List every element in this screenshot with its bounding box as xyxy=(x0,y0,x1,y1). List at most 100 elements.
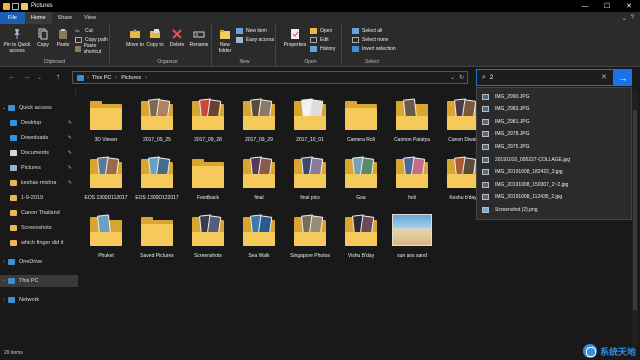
breadcrumb-this-pc[interactable]: This PC xyxy=(92,75,112,81)
folder-icon xyxy=(290,212,330,252)
chevron-right-icon[interactable]: › xyxy=(0,297,8,303)
folder-tile[interactable]: 2017_09_28 xyxy=(184,96,232,143)
folder-tile[interactable]: 2017_09_25 xyxy=(133,96,181,143)
folder-tile[interactable]: 2017_10_01 xyxy=(286,96,334,143)
pin-icon[interactable]: ✎ xyxy=(68,135,72,141)
select-none-button[interactable]: Select none xyxy=(352,36,388,44)
pin-icon[interactable]: ✎ xyxy=(68,180,72,186)
search-suggestion-item[interactable]: Screenshot (2).png xyxy=(477,204,633,215)
folder-tile[interactable]: Camera Roll xyxy=(337,96,385,143)
close-button[interactable]: ✕ xyxy=(618,0,640,12)
new-item-button[interactable]: New item xyxy=(236,27,267,35)
sidebar-item[interactable]: › OneDrive xyxy=(0,256,78,268)
folder-tile[interactable]: Vishu B'day xyxy=(337,212,385,259)
new-folder-button[interactable]: New folder xyxy=(216,28,234,54)
breadcrumb-pictures[interactable]: Pictures xyxy=(121,75,141,81)
sidebar-item[interactable]: Downloads ✎ xyxy=(0,132,78,144)
folder-tile[interactable]: EOS 1300D112017 xyxy=(82,154,130,201)
copy-button[interactable]: Copy xyxy=(34,28,52,48)
tab-view[interactable]: View xyxy=(78,12,102,24)
folder-tile[interactable]: Cannon Patatya xyxy=(388,96,436,143)
folder-tile[interactable]: Singapore Photos xyxy=(286,212,334,259)
help-icon[interactable]: ? xyxy=(631,15,634,21)
sidebar-item[interactable]: which finger did it xyxy=(0,237,78,249)
pin-icon[interactable]: ✎ xyxy=(68,150,72,156)
address-dropdown-icon[interactable]: ⌄ xyxy=(450,74,455,81)
sidebar-item[interactable]: 1-9-2019 xyxy=(0,192,78,204)
vertical-scrollbar[interactable] xyxy=(632,90,638,346)
image-file-tile[interactable]: sun ans sand xyxy=(388,212,436,259)
folder-icon[interactable] xyxy=(3,2,10,10)
sidebar-item[interactable]: › This PC xyxy=(0,275,78,287)
delete-button[interactable]: Delete xyxy=(168,28,186,48)
folder-tile[interactable]: Saved Pictures xyxy=(133,212,181,259)
paste-shortcut-button[interactable]: Paste shortcut xyxy=(75,43,109,55)
search-go-button[interactable]: → xyxy=(614,69,632,86)
sidebar-item[interactable]: Canon Thailand xyxy=(0,207,78,219)
new-folder-icon[interactable] xyxy=(21,2,28,10)
easy-access-button[interactable]: Easy access xyxy=(236,36,274,44)
search-suggestion-item[interactable]: IMG_2981.JPG xyxy=(477,116,633,127)
sidebar-item[interactable]: keshav mishra ✎ xyxy=(0,177,78,189)
folder-tile[interactable]: 2017_09_29 xyxy=(235,96,283,143)
chevron-right-icon[interactable]: › xyxy=(0,259,8,265)
scrollbar-thumb[interactable] xyxy=(633,110,637,310)
clear-search-icon[interactable]: ✕ xyxy=(601,73,607,81)
move-to-button[interactable]: Move to xyxy=(126,28,144,48)
cut-button[interactable]: ✂ Cut xyxy=(75,27,93,35)
sidebar-item[interactable]: › Network xyxy=(0,294,78,306)
folder-tile[interactable]: final xyxy=(235,154,283,201)
recent-chevron-icon[interactable]: ⌄ xyxy=(37,74,42,81)
watermark-text: 系统天地 xyxy=(599,346,636,357)
history-button[interactable]: History xyxy=(310,45,336,53)
search-suggestion-item[interactable]: 20191010_095227-COLLAGE.jpg xyxy=(477,154,633,165)
search-suggestion-item[interactable]: IMG_2975.JPG xyxy=(477,141,633,152)
pin-quick-access-button[interactable]: Pin to Quick access xyxy=(3,28,31,54)
edit-button[interactable]: Edit xyxy=(310,36,329,44)
sidebar-item[interactable]: Desktop ✎ xyxy=(0,117,78,129)
forward-arrow-icon[interactable]: → xyxy=(23,72,31,81)
search-suggestion-item[interactable]: IMG_20191008_112435_2.jpg xyxy=(477,192,633,203)
sidebar-item[interactable]: ⌄ Quick access xyxy=(0,102,78,114)
pin-icon[interactable]: ✎ xyxy=(68,120,72,126)
pin-icon[interactable]: ✎ xyxy=(68,165,72,171)
refresh-icon[interactable]: ↻ xyxy=(459,74,464,81)
search-input[interactable]: ⌕ 2 ✕ xyxy=(476,69,614,86)
search-suggestion-item[interactable]: IMG_2983.JPG xyxy=(477,104,633,115)
tab-file[interactable]: File xyxy=(0,12,25,24)
sidebar-item[interactable]: Pictures ✎ xyxy=(0,162,78,174)
checkbox-icon[interactable] xyxy=(12,2,19,10)
search-suggestion-item[interactable]: IMG_2978.JPG xyxy=(477,129,633,140)
select-all-button[interactable]: Select all xyxy=(352,27,382,35)
folder-tile[interactable]: final pics xyxy=(286,154,334,201)
folder-tile[interactable]: holi xyxy=(388,154,436,201)
sidebar-item[interactable]: Documents ✎ xyxy=(0,147,78,159)
folder-tile[interactable]: EOS 1300D122017 xyxy=(133,154,181,201)
folder-tile[interactable]: Feedback xyxy=(184,154,232,201)
paste-button[interactable]: Paste xyxy=(54,28,72,48)
search-suggestion-item[interactable]: IMG_20191008_182422_3.jpg xyxy=(477,167,633,178)
back-arrow-icon[interactable]: ← xyxy=(8,72,16,81)
chevron-down-icon[interactable]: ⌄ xyxy=(622,15,627,22)
chevron-right-icon[interactable]: › xyxy=(0,278,8,284)
address-bar[interactable]: › This PC › Pictures › ⌄ ↻ xyxy=(72,71,468,84)
folder-tile[interactable]: Screenshots xyxy=(184,212,232,259)
search-suggestion-item[interactable]: IMG_20191008_150307_2~2.jpg xyxy=(477,179,633,190)
rename-button[interactable]: Rename xyxy=(188,28,210,48)
folder-tile[interactable]: Phuket xyxy=(82,212,130,259)
search-suggestion-item[interactable]: IMG_2990.JPG xyxy=(477,91,633,102)
chevron-down-icon[interactable]: ⌄ xyxy=(0,105,8,111)
open-button[interactable]: Open xyxy=(310,27,332,35)
copy-to-button[interactable]: Copy to xyxy=(146,28,164,48)
minimize-button[interactable]: — xyxy=(574,0,596,12)
sidebar-item[interactable]: Screenshots xyxy=(0,222,78,234)
tab-home[interactable]: Home xyxy=(24,12,52,24)
up-arrow-icon[interactable]: ↑ xyxy=(56,72,60,81)
maximize-button[interactable]: ☐ xyxy=(596,0,618,12)
invert-selection-button[interactable]: Invert selection xyxy=(352,45,396,53)
properties-button[interactable]: Properties xyxy=(282,28,308,48)
tab-share[interactable]: Share xyxy=(52,12,79,24)
folder-tile[interactable]: 3D Viewer xyxy=(82,96,130,143)
folder-tile[interactable]: Sea Walk xyxy=(235,212,283,259)
folder-tile[interactable]: Goa xyxy=(337,154,385,201)
